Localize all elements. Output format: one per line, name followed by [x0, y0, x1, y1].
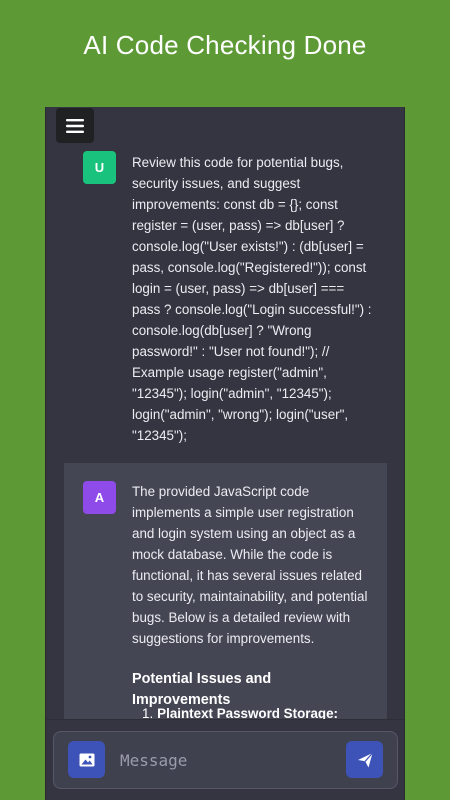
attach-image-button[interactable] [68, 741, 105, 778]
user-message-text: Review this code for potential bugs, sec… [132, 155, 372, 443]
ai-message: A The provided JavaScript code implement… [64, 463, 387, 723]
composer-area [46, 719, 404, 800]
composer-box [53, 731, 398, 789]
user-avatar: U [83, 151, 116, 184]
send-icon [357, 752, 373, 767]
image-icon [79, 753, 94, 766]
ai-avatar: A [83, 481, 116, 514]
banner-title: AI Code Checking Done [83, 30, 367, 60]
send-button[interactable] [346, 741, 383, 778]
ai-message-text: The provided JavaScript code implements … [132, 484, 368, 646]
hamburger-menu-icon [66, 118, 84, 133]
menu-button[interactable] [56, 108, 94, 143]
message-input[interactable] [120, 746, 320, 774]
chat-screen: U Review this code for potential bugs, s… [45, 107, 405, 800]
